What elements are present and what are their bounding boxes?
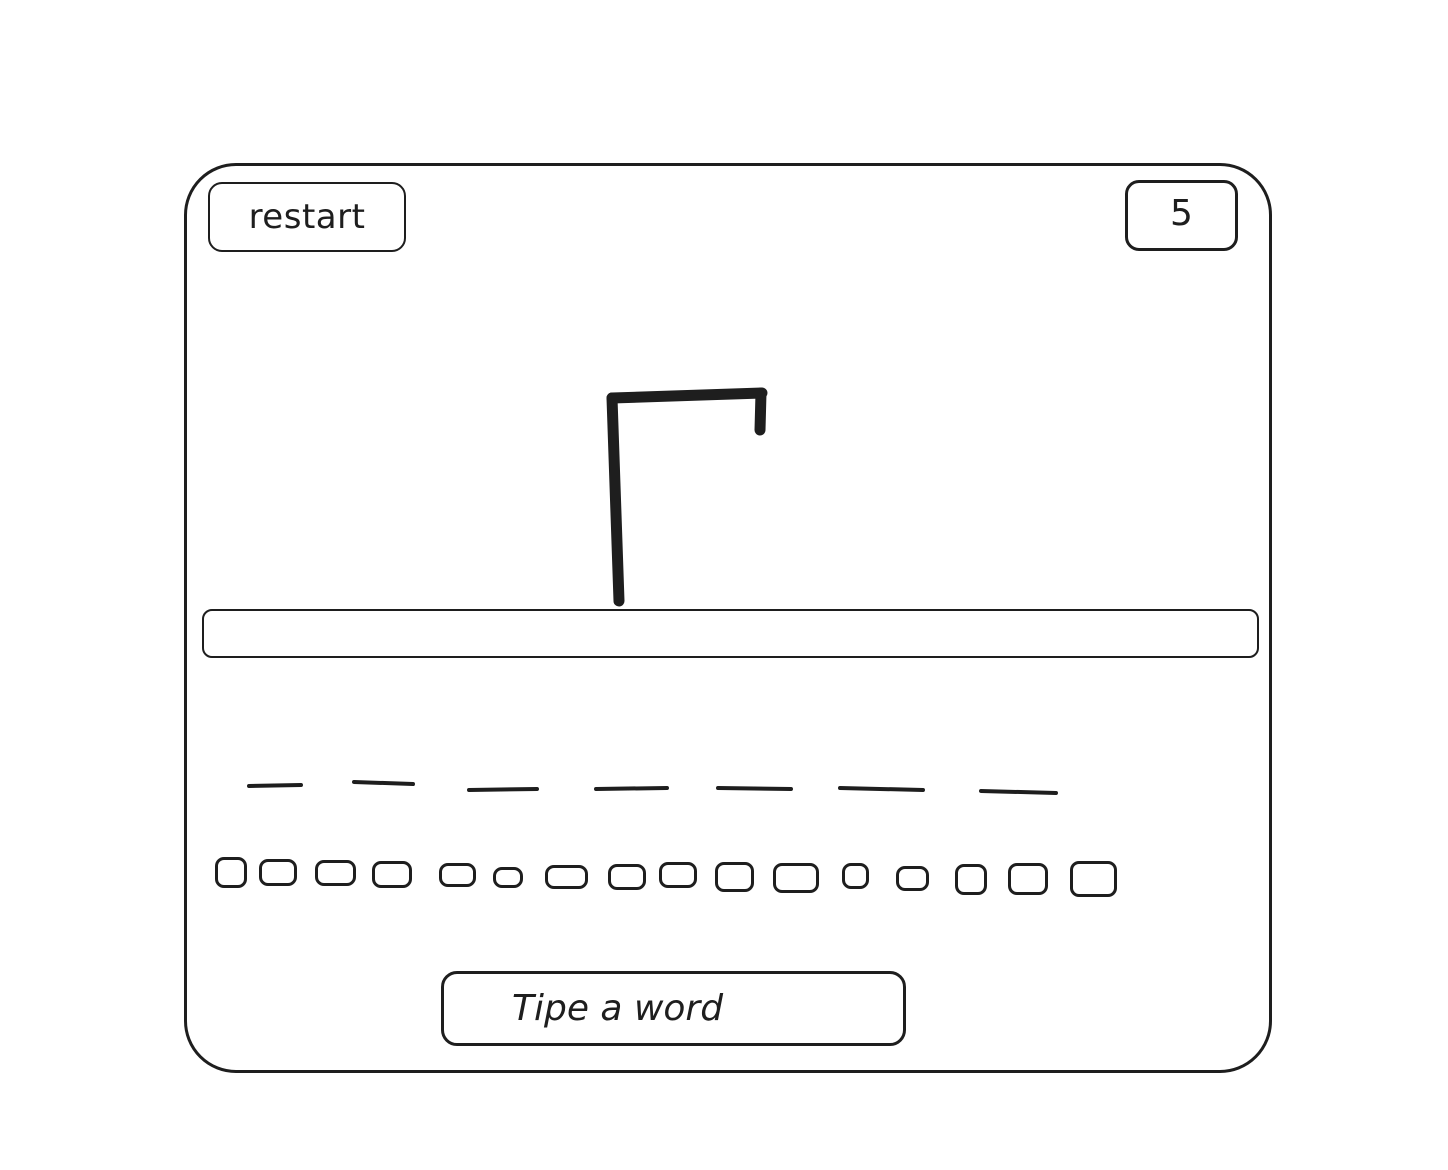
letter-key[interactable] xyxy=(715,862,754,892)
ground-bar xyxy=(202,609,1259,658)
letter-key[interactable] xyxy=(215,857,247,888)
restart-button[interactable]: restart xyxy=(208,182,406,252)
letter-key[interactable] xyxy=(315,860,356,886)
letter-key[interactable] xyxy=(1070,861,1117,897)
word-input[interactable] xyxy=(441,971,906,1046)
remaining-guesses-counter: 5 xyxy=(1125,180,1238,251)
letter-key[interactable] xyxy=(955,864,987,895)
letter-key[interactable] xyxy=(372,861,412,888)
letter-key[interactable] xyxy=(259,859,297,886)
letter-key[interactable] xyxy=(659,862,697,888)
letter-key[interactable] xyxy=(896,866,929,891)
letter-key[interactable] xyxy=(1008,863,1048,895)
letter-key[interactable] xyxy=(608,864,646,890)
letter-key[interactable] xyxy=(439,863,476,887)
letter-key[interactable] xyxy=(493,867,523,888)
letter-key[interactable] xyxy=(545,865,588,889)
letter-key[interactable] xyxy=(842,863,869,889)
letter-key[interactable] xyxy=(773,863,819,893)
